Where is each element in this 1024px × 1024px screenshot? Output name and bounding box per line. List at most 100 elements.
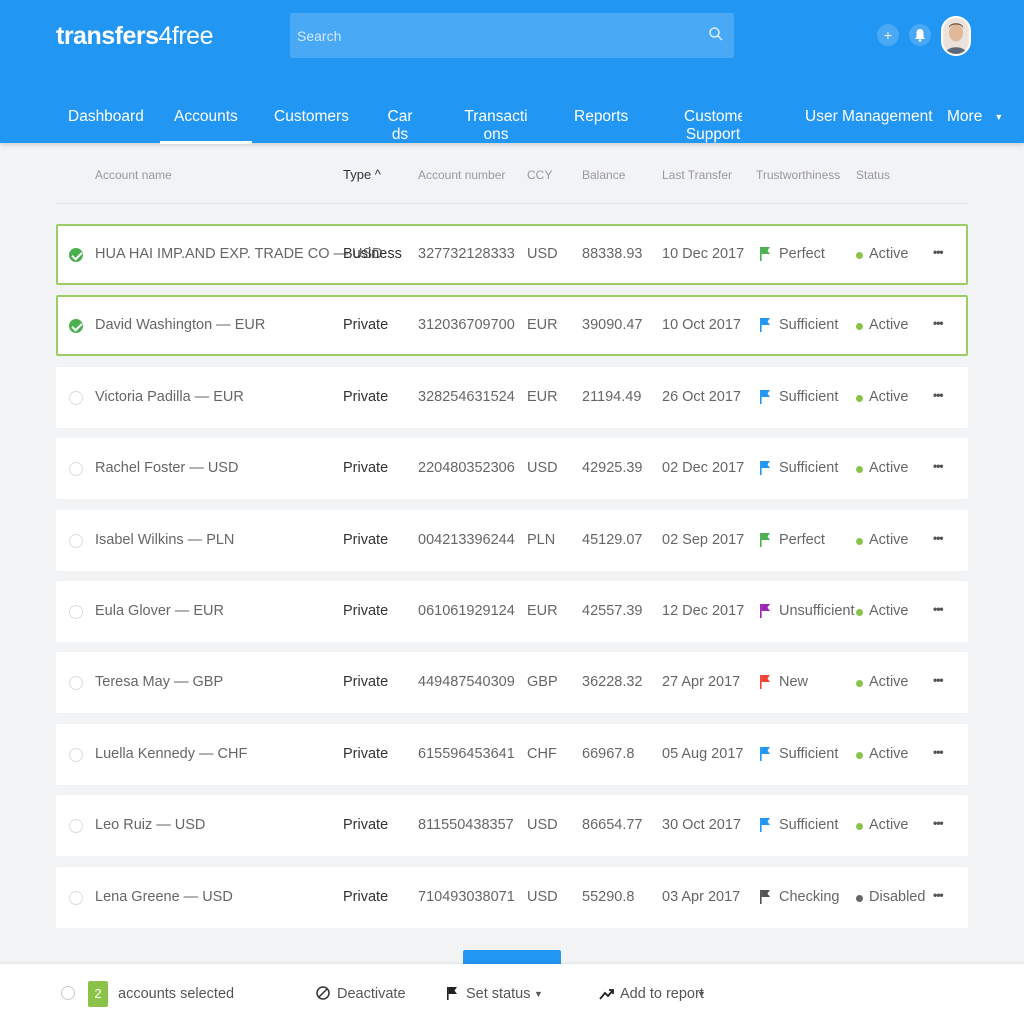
- status-dot-icon: [856, 466, 863, 473]
- tab-customer-support[interactable]: Customer Support: [684, 108, 742, 148]
- account-name: HUA HAI IMP.AND EXP. TRADE CO — USD: [95, 246, 383, 262]
- account-name: Teresa May — GBP: [95, 674, 224, 690]
- search-icon[interactable]: [708, 26, 724, 42]
- row-checkbox[interactable]: [69, 676, 83, 690]
- more-options-icon[interactable]: •••: [933, 795, 944, 856]
- search-box: [290, 13, 734, 58]
- row-checkbox[interactable]: [69, 391, 83, 405]
- select-all-checkbox[interactable]: [61, 986, 75, 1000]
- load-more-button[interactable]: [463, 950, 561, 964]
- status-badge: Active: [869, 317, 909, 333]
- notifications-button[interactable]: [909, 24, 931, 46]
- account-name: Luella Kennedy — CHF: [95, 746, 248, 762]
- trust-flag-icon: [760, 461, 770, 475]
- trust-flag-icon: [760, 818, 770, 832]
- add-to-report-button[interactable]: Add to report: [620, 986, 704, 1002]
- table-row[interactable]: Teresa May — GBP Private 449487540309 GBP 36…: [56, 652, 968, 713]
- table-row[interactable]: HUA HAI IMP.AND EXP. TRADE CO — USD Busin…: [56, 224, 968, 285]
- currency: PLN: [527, 532, 556, 548]
- trustworthiness: New: [779, 674, 809, 690]
- tab-more[interactable]: More ▼: [947, 108, 1003, 126]
- col-last-transfer[interactable]: Last Transfer: [662, 168, 732, 182]
- row-checkbox[interactable]: [69, 462, 83, 476]
- balance: 55290.8: [582, 889, 635, 905]
- more-options-icon[interactable]: •••: [933, 438, 944, 499]
- add-button[interactable]: +: [877, 24, 899, 46]
- col-account-number[interactable]: Account number: [418, 168, 505, 182]
- row-checkbox[interactable]: [69, 819, 83, 833]
- col-account-name[interactable]: Account name: [95, 168, 172, 182]
- table-row[interactable]: David Washington — EUR Private 31203670970…: [56, 295, 968, 356]
- flag-icon: [447, 987, 457, 1000]
- status-dot-icon: [856, 680, 863, 687]
- balance: 21194.49: [582, 389, 642, 405]
- tab-user-management[interactable]: User Management: [805, 108, 933, 126]
- table-row[interactable]: Isabel Wilkins — PLN Private 004213396244 P…: [56, 510, 968, 571]
- currency: GBP: [527, 674, 558, 690]
- selected-count-badge: 2: [88, 981, 108, 1007]
- table-row[interactable]: Lena Greene — USD Private 710493038071 USD 5…: [56, 867, 968, 928]
- col-type[interactable]: Type ^: [343, 167, 381, 182]
- col-ccy[interactable]: CCY: [527, 168, 552, 182]
- more-options-icon[interactable]: •••: [933, 295, 944, 356]
- user-avatar-icon: [943, 18, 969, 54]
- tab-customers[interactable]: Customers: [274, 108, 349, 126]
- set-status-button[interactable]: Set status: [466, 986, 530, 1002]
- more-options-icon[interactable]: •••: [933, 724, 944, 785]
- status-badge: Active: [869, 817, 909, 833]
- more-options-icon[interactable]: •••: [933, 224, 944, 285]
- deactivate-button[interactable]: Deactivate: [337, 986, 406, 1002]
- row-checkbox[interactable]: [69, 534, 83, 548]
- app-logo[interactable]: transfers4free: [56, 22, 213, 51]
- trust-flag-icon: [760, 533, 770, 547]
- account-type: Private: [343, 460, 389, 476]
- table-row[interactable]: Eula Glover — EUR Private 061061929124 EUR 4…: [56, 581, 968, 642]
- account-type: Business: [343, 246, 402, 262]
- tab-reports[interactable]: Reports: [574, 108, 628, 126]
- trust-flag-icon: [760, 318, 770, 332]
- more-options-icon[interactable]: •••: [933, 867, 944, 928]
- trustworthiness: Sufficient: [779, 460, 839, 476]
- account-type: Private: [343, 817, 389, 833]
- col-status[interactable]: Status: [856, 168, 890, 182]
- status-badge: Active: [869, 674, 909, 690]
- table-row[interactable]: Victoria Padilla — EUR Private 32825463152…: [56, 367, 968, 428]
- row-checkbox[interactable]: [69, 248, 83, 262]
- account-type: Private: [343, 889, 389, 905]
- more-options-icon[interactable]: •••: [933, 510, 944, 571]
- account-number: 220480352306: [418, 460, 515, 476]
- trust-flag-icon: [760, 890, 770, 904]
- trust-flag-icon: [760, 247, 770, 261]
- row-checkbox[interactable]: [69, 605, 83, 619]
- tab-transactions[interactable]: Transactions: [464, 108, 528, 148]
- tab-dashboard[interactable]: Dashboard: [68, 108, 144, 126]
- more-options-icon[interactable]: •••: [933, 652, 944, 713]
- row-checkbox[interactable]: [69, 748, 83, 762]
- tab-accounts[interactable]: Accounts: [160, 108, 252, 144]
- trustworthiness: Checking: [779, 889, 840, 905]
- status-dot-icon: [856, 895, 863, 902]
- avatar[interactable]: [941, 16, 971, 56]
- currency: USD: [527, 246, 558, 262]
- row-checkbox[interactable]: [69, 891, 83, 905]
- table-row[interactable]: Luella Kennedy — CHF Private 615596453641 C…: [56, 724, 968, 785]
- more-options-icon[interactable]: •••: [933, 367, 944, 428]
- currency: EUR: [527, 317, 558, 333]
- account-number: 449487540309: [418, 674, 515, 690]
- account-type: Private: [343, 746, 389, 762]
- search-input[interactable]: [290, 13, 690, 58]
- currency: USD: [527, 460, 558, 476]
- trust-flag-icon: [760, 390, 770, 404]
- balance: 45129.07: [582, 532, 643, 548]
- more-options-icon[interactable]: •••: [933, 581, 944, 642]
- status-badge: Active: [869, 746, 909, 762]
- account-type: Private: [343, 603, 389, 619]
- col-balance[interactable]: Balance: [582, 168, 625, 182]
- status-badge: Disabled: [869, 889, 926, 905]
- row-checkbox[interactable]: [69, 319, 83, 333]
- table-row[interactable]: Rachel Foster — USD Private 220480352306 US…: [56, 438, 968, 499]
- col-trustworthiness[interactable]: Trustworthiness: [756, 168, 840, 182]
- tab-cards[interactable]: Cards: [386, 108, 414, 148]
- balance: 42557.39: [582, 603, 643, 619]
- table-row[interactable]: Leo Ruiz — USD Private 811550438357 USD 8665…: [56, 795, 968, 856]
